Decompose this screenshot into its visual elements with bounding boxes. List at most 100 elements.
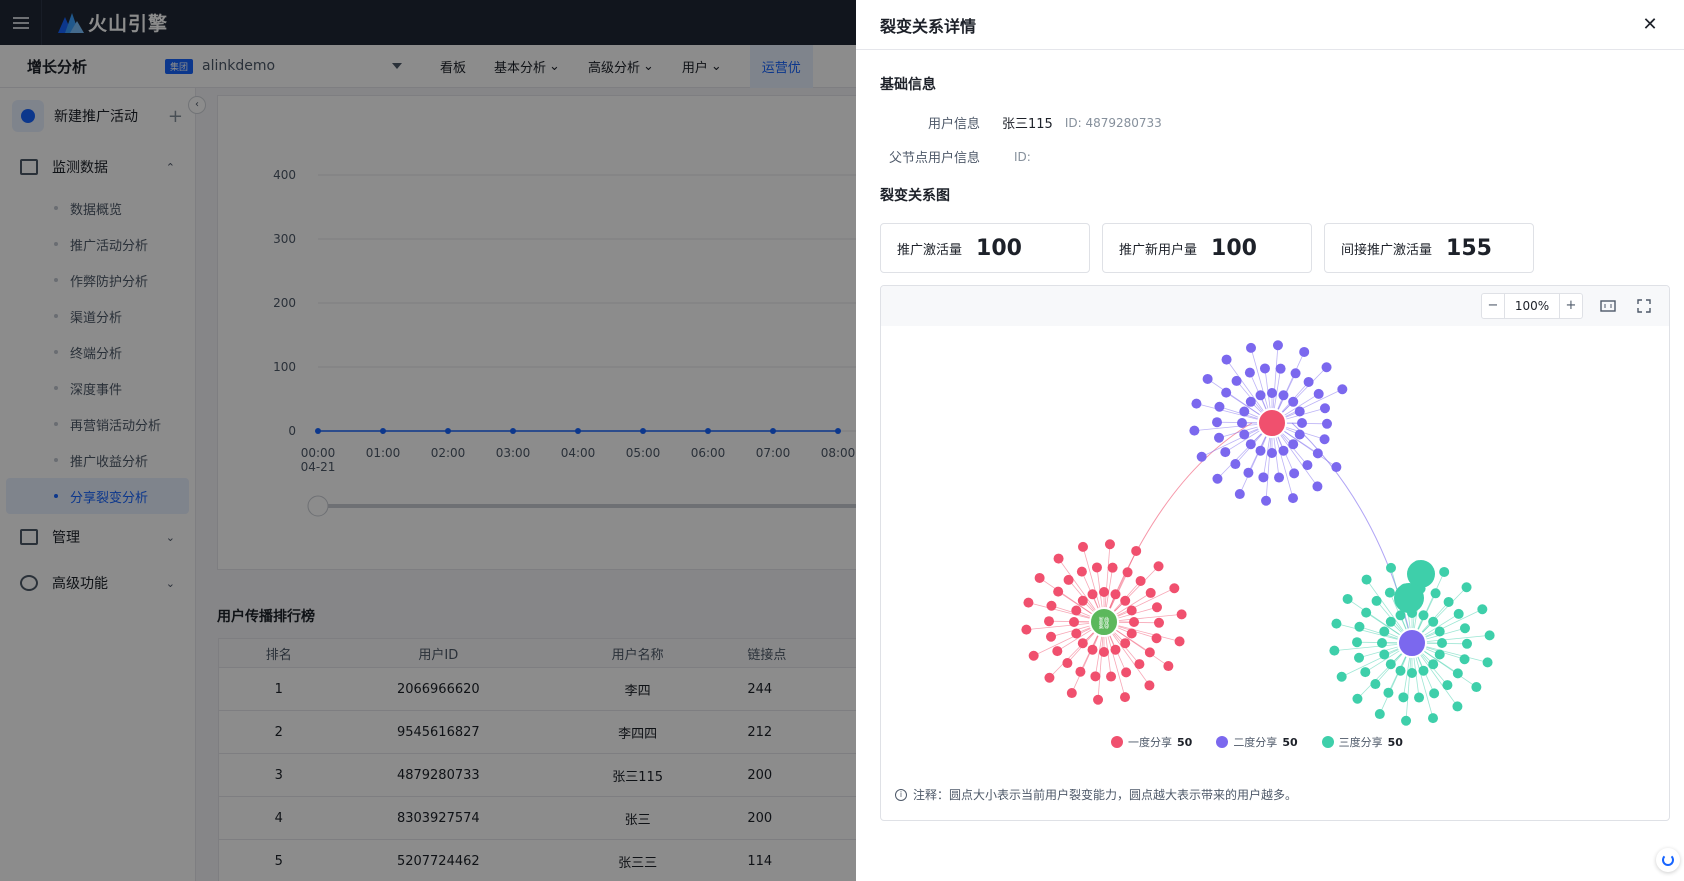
fit-view-icon[interactable] [1633,295,1655,317]
user-node[interactable] [1153,617,1164,628]
legend-third-degree[interactable]: 三度分享 50 [1321,734,1403,750]
user-node[interactable] [1234,489,1245,500]
user-node[interactable] [1459,623,1470,634]
user-node[interactable] [1153,561,1164,572]
user-node[interactable] [1274,472,1285,483]
user-node[interactable] [1331,618,1342,629]
user-node[interactable] [1044,672,1055,683]
user-node[interactable] [1220,447,1231,458]
user-node[interactable] [1028,650,1039,661]
user-node[interactable] [1336,671,1347,682]
user-node[interactable] [1066,688,1077,699]
user-node[interactable] [1484,630,1495,641]
user-node[interactable] [1176,609,1187,620]
user-node[interactable] [1104,539,1115,550]
user-node[interactable] [1120,692,1131,703]
user-node[interactable] [1299,346,1310,357]
zoom-out-button[interactable]: − [1482,294,1504,318]
user-node[interactable] [1313,388,1324,399]
user-node[interactable] [1294,429,1305,440]
user-node[interactable] [1383,687,1394,698]
user-node[interactable] [1144,680,1155,691]
user-node[interactable] [1321,362,1332,373]
user-node[interactable] [1134,659,1145,670]
zoom-in-button[interactable]: + [1560,294,1582,318]
hub-node[interactable] [1397,628,1427,658]
user-node[interactable] [1374,709,1385,720]
user-node[interactable] [1221,354,1232,365]
user-node[interactable] [1077,541,1088,552]
user-node[interactable] [1063,574,1074,585]
user-node[interactable] [1414,692,1425,703]
user-node[interactable] [1046,631,1057,642]
user-node[interactable] [1361,574,1372,585]
large-user-node[interactable] [1394,583,1424,613]
user-node[interactable] [1259,363,1270,374]
user-node[interactable] [1231,375,1242,386]
user-node[interactable] [1352,637,1363,648]
user-node[interactable] [1439,566,1450,577]
user-node[interactable] [1329,645,1340,656]
user-node[interactable] [1076,566,1087,577]
user-node[interactable] [1428,713,1439,724]
user-node[interactable] [1371,595,1382,606]
user-node[interactable] [1289,468,1300,479]
user-node[interactable] [1337,384,1348,395]
user-node[interactable] [1053,553,1064,564]
user-node[interactable] [1302,460,1313,471]
user-node[interactable] [1261,495,1272,506]
user-node[interactable] [1275,363,1286,374]
user-node[interactable] [1471,682,1482,693]
user-node[interactable] [1258,472,1269,483]
user-node[interactable] [1131,545,1142,556]
user-node[interactable] [1212,473,1223,484]
user-node[interactable] [1052,646,1063,657]
user-node[interactable] [1312,481,1323,492]
user-node[interactable] [1191,398,1202,409]
user-node[interactable] [1360,667,1371,678]
user-node[interactable] [1430,588,1441,599]
user-node[interactable] [1288,493,1299,504]
user-node[interactable] [1398,692,1409,703]
user-node[interactable] [1093,694,1104,705]
modal-overlay[interactable] [0,0,856,881]
user-node[interactable] [1075,666,1086,677]
user-node[interactable] [1044,616,1055,627]
user-node[interactable] [1331,462,1342,473]
user-node[interactable] [1244,367,1255,378]
user-node[interactable] [1163,661,1174,672]
user-node[interactable] [1145,587,1156,598]
user-node[interactable] [1034,572,1045,583]
user-node[interactable] [1385,562,1396,573]
user-node[interactable] [1354,652,1365,663]
user-node[interactable] [1453,608,1464,619]
user-node[interactable] [1196,451,1207,462]
user-node[interactable] [1121,667,1132,678]
user-node[interactable] [1023,597,1034,608]
legend-first-degree[interactable]: 一度分享 50 [1111,734,1192,750]
user-node[interactable] [1202,373,1213,384]
user-node[interactable] [1091,562,1102,573]
user-node[interactable] [1442,680,1453,691]
user-node[interactable] [1319,434,1330,445]
user-node[interactable] [1169,583,1180,594]
user-node[interactable] [1106,671,1117,682]
user-node[interactable] [1174,636,1185,647]
user-node[interactable] [1090,671,1101,682]
user-node[interactable] [1319,403,1330,414]
actual-size-icon[interactable] [1597,295,1619,317]
close-icon[interactable]: ✕ [1640,14,1660,35]
user-node[interactable] [1212,417,1223,428]
user-node[interactable] [1401,715,1412,726]
hub-node[interactable] [1257,408,1287,438]
user-node[interactable] [1214,432,1225,443]
user-node[interactable] [1461,582,1472,593]
user-node[interactable] [1245,342,1256,353]
user-node[interactable] [1352,693,1363,704]
user-node[interactable] [1151,602,1162,613]
user-node[interactable] [1321,418,1332,429]
user-node[interactable] [1429,688,1440,699]
user-node[interactable] [1272,340,1283,351]
user-node[interactable] [1342,593,1353,604]
user-node[interactable] [1122,567,1133,578]
